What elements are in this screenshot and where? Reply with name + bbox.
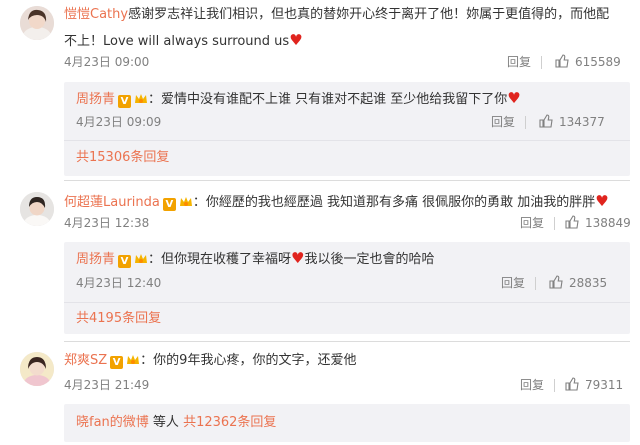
commenter-name[interactable]: 郑爽SZ [64, 353, 107, 368]
reply-summary-text: 等人 [148, 415, 184, 430]
divider [64, 302, 630, 303]
thumbs-up-icon [555, 54, 569, 68]
reply-button[interactable]: 回复 [507, 52, 531, 72]
reply-button[interactable]: 回复 [501, 273, 525, 293]
action-separator [554, 217, 555, 230]
heart-icon: ♥ [507, 89, 521, 107]
reply-date: 4月23日 12:40 [76, 276, 162, 290]
action-separator [554, 379, 555, 392]
like-button[interactable]: 28835 [549, 273, 607, 293]
reply-text-continued: 我以後一定也會的哈哈 [304, 252, 435, 267]
view-replies-link[interactable]: 共4195条回复 [76, 309, 161, 329]
like-count: 79311 [585, 378, 624, 392]
avatar-image [20, 192, 54, 226]
thumbs-up-icon [565, 215, 579, 229]
reply-text: ：但你現在收穫了幸福呀 [148, 252, 292, 267]
comment-text: 感谢罗志祥让我们相识，但也真的替妳开心终于离开了他！妳属于更值得的，而他配 [128, 7, 610, 22]
divider [64, 341, 630, 342]
like-count: 615589 [575, 55, 621, 69]
reply-summary-name[interactable]: 晓fan的微博 [76, 415, 149, 430]
like-button[interactable]: 79311 [565, 375, 623, 395]
like-button[interactable]: 134377 [539, 112, 605, 132]
reply-author-name[interactable]: 周扬青 [76, 92, 115, 107]
verified-badge: V [110, 356, 124, 369]
reply-date: 4月23日 09:09 [76, 115, 162, 129]
comment-date: 4月23日 21:49 [64, 378, 150, 392]
avatar[interactable] [20, 352, 54, 386]
crown-icon [135, 94, 148, 103]
avatar[interactable] [20, 192, 54, 226]
comment-text-continued: 不上！Love will always surround us [64, 34, 290, 49]
heart-icon: ♥ [289, 31, 303, 49]
commenter-name[interactable]: 愷愷Cathy [64, 7, 128, 22]
avatar-image [20, 352, 54, 386]
reply-summary-box: 晓fan的微博 等人 共12362条回复 [64, 404, 630, 442]
verified-badge: V [118, 95, 132, 108]
heart-icon: ♥ [291, 249, 305, 267]
crown-icon [135, 254, 148, 263]
view-replies-link[interactable]: 共15306条回复 [76, 148, 169, 168]
comment-text: ：你的9年我心疼，你的文字，还爱他 [140, 353, 357, 368]
reply-author-name[interactable]: 周扬青 [76, 252, 115, 267]
divider [64, 180, 630, 181]
like-count: 134377 [559, 115, 605, 129]
like-button[interactable]: 138849 [565, 213, 631, 233]
crown-icon [127, 355, 140, 364]
reply-box: 周扬青 V ：但你現在收穫了幸福呀♥我以後一定也會的哈哈 4月23日 12:40 回… [64, 242, 630, 334]
reply-text: ：爱情中没有谁配不上谁 只有谁对不起谁 至少他给我留下了你 [148, 92, 508, 107]
action-separator [541, 56, 542, 69]
comment-date: 4月23日 12:38 [64, 216, 150, 230]
thumbs-up-icon [565, 377, 579, 391]
verified-badge: V [118, 255, 132, 268]
reply-button[interactable]: 回复 [491, 112, 515, 132]
verified-badge: V [162, 198, 176, 211]
crown-icon [179, 197, 192, 206]
action-separator [525, 116, 526, 129]
divider [64, 140, 630, 141]
thumbs-up-icon [539, 114, 553, 128]
like-count: 28835 [569, 276, 608, 290]
reply-button[interactable]: 回复 [520, 213, 544, 233]
heart-icon: ♥ [595, 192, 609, 210]
reply-button[interactable]: 回复 [520, 375, 544, 395]
comment-text: ：你經歷的我也經歷過 我知道那有多痛 很佩服你的勇敢 加油我的胖胖 [192, 195, 596, 210]
avatar[interactable] [20, 6, 54, 40]
comment-date: 4月23日 09:00 [64, 55, 150, 69]
like-count: 138849 [585, 216, 631, 230]
view-replies-link[interactable]: 共12362条回复 [183, 415, 276, 430]
avatar-image [20, 6, 54, 40]
like-button[interactable]: 615589 [555, 52, 621, 72]
action-separator [535, 277, 536, 290]
commenter-name[interactable]: 何超蓮Laurinda [64, 195, 160, 210]
reply-box: 周扬青 V ：爱情中没有谁配不上谁 只有谁对不起谁 至少他给我留下了你♥ 4月23日… [64, 82, 630, 176]
thumbs-up-icon [549, 275, 563, 289]
